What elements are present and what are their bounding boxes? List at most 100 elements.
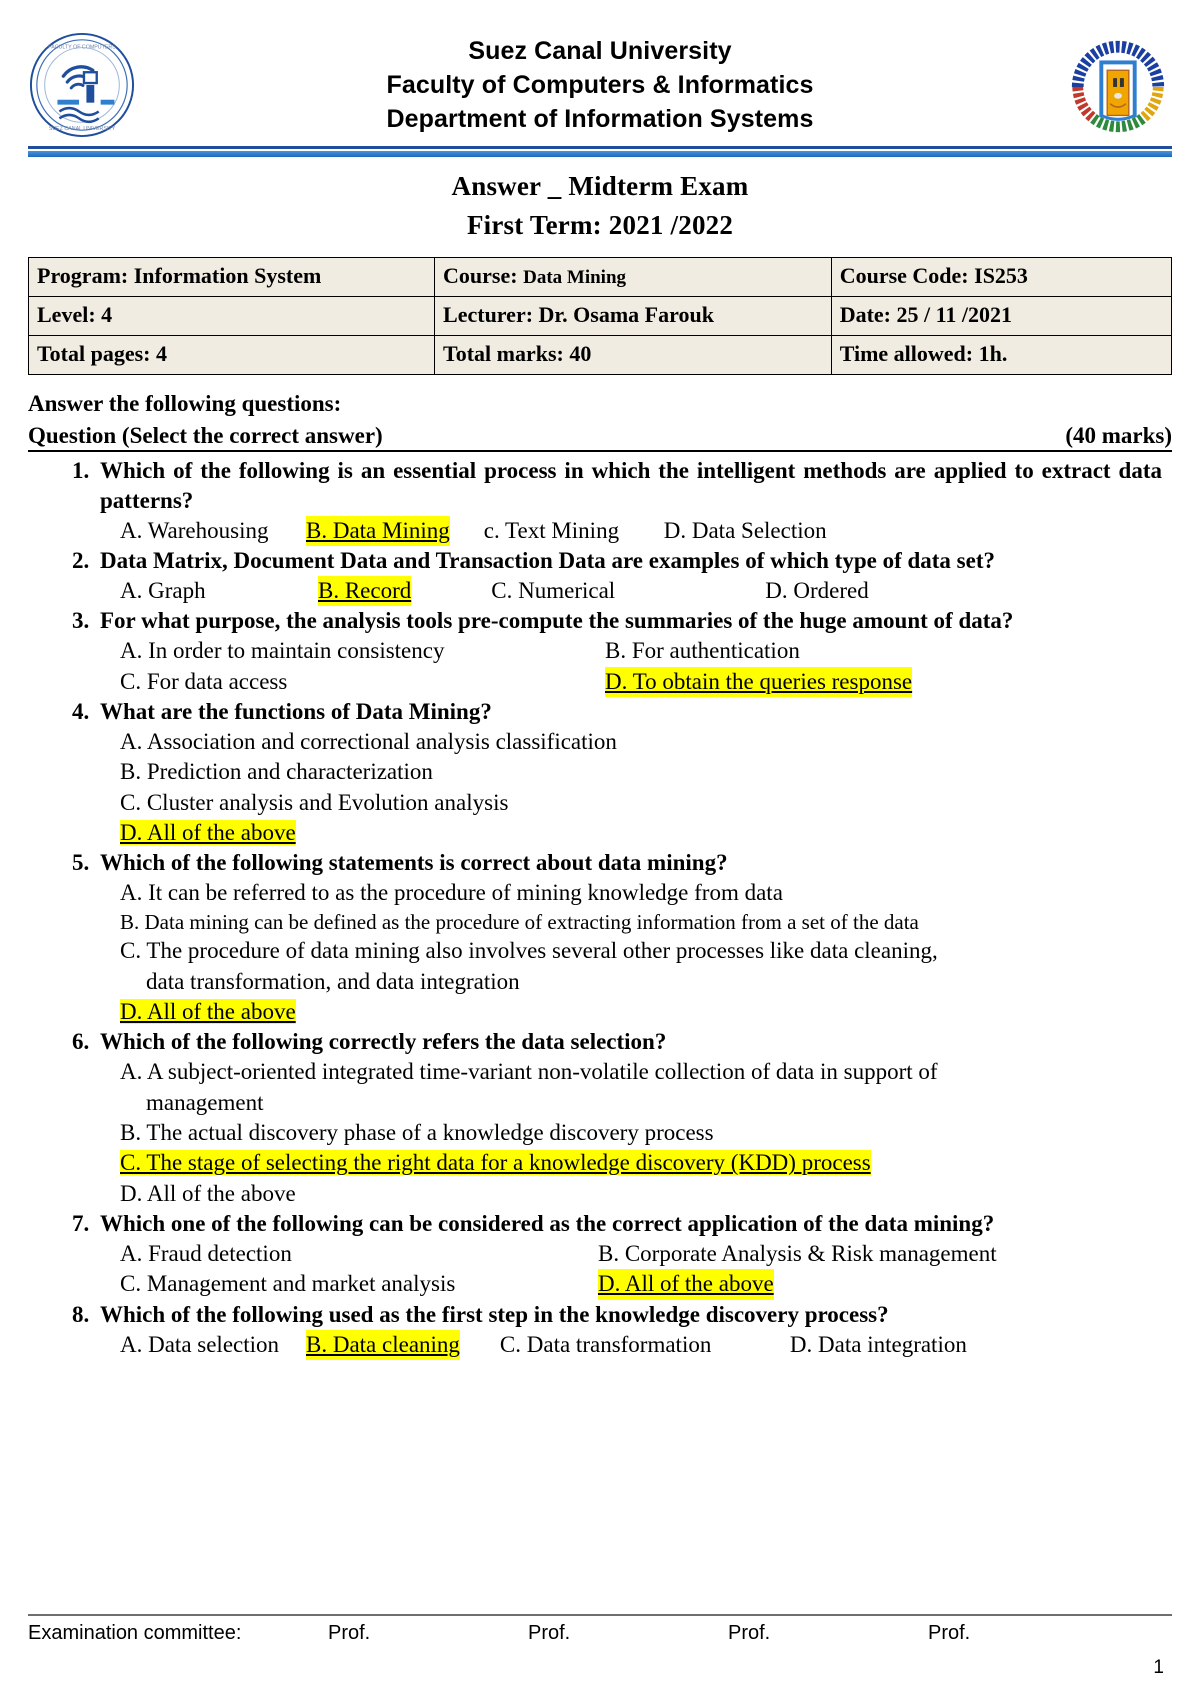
option-row: C. Management and market analysis D. All … [120, 1269, 1172, 1300]
option-d[interactable]: D. To obtain the queries response [605, 666, 913, 697]
info-cell-date: Date: 25 / 11 /2021 [830, 296, 1173, 336]
option-d[interactable]: D. All of the above [120, 997, 296, 1027]
committee-prof-4: Prof. [928, 1622, 971, 1644]
info-cell-lecturer: Lecturer: Dr. Osama Farouk [434, 296, 832, 336]
option-b[interactable]: B. Data cleaning [306, 1329, 460, 1360]
info-cell-program-label: Program: Information System [37, 263, 322, 288]
info-cell-total-marks: Total marks: 40 [434, 335, 832, 375]
option-a[interactable]: A. Data selection [120, 1330, 306, 1360]
option-a[interactable]: A. Warehousing [120, 516, 306, 546]
suez-canal-university-seal-icon [1064, 31, 1172, 139]
question-heading-text: Question (Select the correct answer) [28, 423, 383, 448]
department-name: Department of Information Systems [386, 105, 814, 133]
option-c[interactable]: C. The stage of selecting the right data… [120, 1148, 871, 1178]
question-item-6: 6. Which of the following correctly refe… [28, 1027, 1172, 1209]
question-number: 8. [72, 1301, 90, 1327]
question-item-2: 2. Data Matrix, Document Data and Transa… [28, 546, 1172, 607]
answer-instruction: Answer the following questions: [28, 391, 342, 416]
option-d-label: D. All of the above [120, 999, 296, 1025]
option-d[interactable]: D. Data integration [790, 1330, 967, 1360]
question-item-5: 5. Which of the following statements is … [28, 848, 1172, 1027]
info-cell-time-allowed: Time allowed: 1h. [830, 335, 1173, 375]
option-row: A. Warehousing B. Data Mining c. Text Mini… [120, 515, 1172, 547]
header-divider [28, 146, 1172, 157]
committee-prof-3: Prof. [728, 1622, 771, 1644]
option-d[interactable]: D. Data Selection [664, 516, 827, 546]
svg-text:SUEZ CANAL UNIVERSITY: SUEZ CANAL UNIVERSITY [49, 126, 116, 132]
question-text: Which of the following is an essential p… [100, 458, 1162, 513]
question-options: A. In order to maintain consistency B. Fo… [100, 636, 1172, 697]
info-cell-total-marks-label: Total marks: 40 [443, 341, 592, 366]
option-d[interactable]: D. All of the above [598, 1269, 774, 1300]
info-cell-course-code: Course Code: IS253 [830, 257, 1173, 297]
option-a[interactable]: A. In order to maintain consistency [120, 636, 605, 666]
option-d[interactable]: D. All of the above [120, 1179, 1172, 1209]
option-d-label: D. All of the above [120, 819, 296, 845]
info-cell-total-pages-label: Total pages: 4 [37, 341, 167, 366]
table-row: Total pages: 4 Total marks: 40 Time allo… [27, 335, 1173, 375]
option-b[interactable]: B. For authentication [605, 636, 800, 666]
option-b[interactable]: B. Data Mining [306, 515, 450, 547]
info-cell-total-pages: Total pages: 4 [27, 335, 436, 375]
exam-term: First Term: 2021 /2022 [466, 210, 734, 240]
question-item-1: 1. Which of the following is an essentia… [28, 456, 1172, 547]
question-list: 1. Which of the following is an essentia… [28, 456, 1172, 1360]
info-cell-time-allowed-label: Time allowed: 1h. [839, 341, 1008, 366]
faculty-name: Faculty of Computers & Informatics [386, 71, 814, 99]
exam-title: Answer _ Midterm Exam [451, 171, 749, 201]
examination-committee-label: Examination committee: [28, 1622, 242, 1644]
svg-text:FACULTY OF COMPUTERS: FACULTY OF COMPUTERS [48, 45, 116, 51]
document-header: FACULTY OF COMPUTERS SUEZ CANAL UNIVERSI… [28, 0, 1172, 140]
question-text: What are the functions of Data Mining? [100, 699, 492, 724]
question-options: A. Association and correctional analysis… [100, 727, 1172, 848]
option-b[interactable]: B. Corporate Analysis & Risk management [598, 1239, 997, 1269]
question-options: A. Fraud detection B. Corporate Analysis … [100, 1239, 1172, 1300]
question-options: A. A subject-oriented integrated time-va… [100, 1057, 1172, 1209]
option-a[interactable]: A. Fraud detection [120, 1239, 598, 1269]
info-cell-lecturer-label: Lecturer: Dr. Osama Farouk [443, 302, 714, 327]
info-cell-course-label: Course: [443, 263, 524, 288]
option-b[interactable]: B. The actual discovery phase of a knowl… [120, 1118, 1172, 1148]
question-number: 5. [72, 850, 90, 876]
question-marks: (40 marks) [1065, 423, 1172, 448]
option-b[interactable]: B. Data mining can be defined as the pro… [120, 909, 1172, 937]
question-number: 4. [72, 699, 90, 724]
question-text: Which of the following used as the first… [100, 1301, 889, 1327]
question-item-8: 8. Which of the following used as the fi… [28, 1300, 1172, 1360]
option-b[interactable]: B. Prediction and characterization [120, 757, 1172, 787]
question-options: A. Data selection B. Data cleaning C. Data… [100, 1329, 1172, 1360]
option-row: A. In order to maintain consistency B. Fo… [120, 636, 1172, 666]
option-d[interactable]: D. Ordered [765, 576, 868, 606]
committee-prof-2: Prof. [528, 1622, 571, 1644]
option-c[interactable]: C. Cluster analysis and Evolution analys… [120, 788, 1172, 818]
info-cell-date-label: Date: 25 / 11 /2021 [839, 302, 1013, 327]
question-number: 3. [72, 608, 90, 634]
option-c[interactable]: C. For data access [120, 667, 605, 697]
option-c[interactable]: C. The procedure of data mining also inv… [120, 936, 1172, 966]
question-item-7: 7. Which one of the following can be con… [28, 1209, 1172, 1300]
option-a[interactable]: A. A subject-oriented integrated time-va… [120, 1057, 1172, 1087]
option-b[interactable]: B. Record [318, 576, 412, 607]
examination-committee-row: Examination committee: Prof. Prof. Prof.… [28, 1622, 1172, 1645]
option-d[interactable]: D. All of the above [120, 818, 296, 848]
option-c[interactable]: C. Data transformation [500, 1330, 790, 1360]
option-a[interactable]: A. It can be referred to as the procedur… [120, 878, 1172, 908]
question-options: A. Warehousing B. Data Mining c. Text Mini… [100, 515, 1172, 547]
header-titles: Suez Canal University Faculty of Compute… [136, 34, 1064, 136]
exam-page: FACULTY OF COMPUTERS SUEZ CANAL UNIVERSI… [0, 0, 1200, 1697]
footer-divider [28, 1614, 1172, 1616]
option-c[interactable]: C. Management and market analysis [120, 1269, 598, 1299]
option-a[interactable]: A. Graph [120, 576, 318, 606]
table-row: Level: 4 Lecturer: Dr. Osama Farouk Date… [27, 296, 1173, 336]
option-a[interactable]: A. Association and correctional analysis… [120, 727, 1172, 757]
option-c[interactable]: C. Numerical [491, 576, 765, 606]
option-row: A. Fraud detection B. Corporate Analysis … [120, 1239, 1172, 1269]
question-text: Data Matrix, Document Data and Transacti… [100, 548, 996, 574]
question-text: Which of the following correctly refers … [100, 1029, 667, 1055]
option-c-label: C. The stage of selecting the right data… [120, 1150, 871, 1176]
info-cell-level: Level: 4 [27, 296, 436, 336]
option-c[interactable]: c. Text Mining [484, 516, 664, 546]
page-number: 1 [1153, 1657, 1164, 1678]
question-number: 7. [72, 1211, 90, 1237]
question-item-4: 4. What are the functions of Data Mining… [28, 697, 1172, 848]
